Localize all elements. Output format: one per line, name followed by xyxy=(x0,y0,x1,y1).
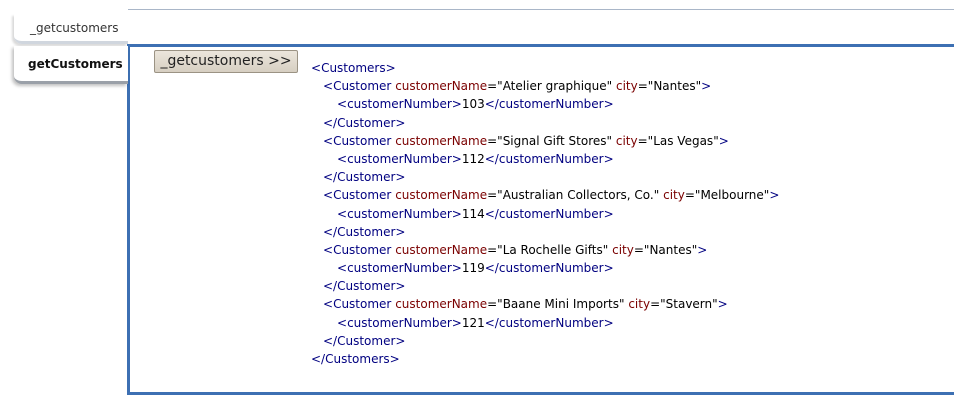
xml-customer-number: <customerNumber>103</customerNumber> xyxy=(337,97,614,112)
xml-customer-open: <Customer customerName="Australian Colle… xyxy=(323,188,780,203)
xml-customer-close: </Customer> xyxy=(323,170,406,185)
xml-customer-open: <Customer customerName="Baane Mini Impor… xyxy=(323,297,728,312)
run-getcustomers-button[interactable]: _getcustomers >> xyxy=(154,50,298,73)
xml-customer-number: <customerNumber>114</customerNumber> xyxy=(337,206,614,221)
customer-name: Australian Collectors, Co. xyxy=(502,188,654,203)
xml-customer-number: <customerNumber>112</customerNumber> xyxy=(337,151,614,166)
xml-customer-open: <Customer customerName="Atelier graphiqu… xyxy=(323,79,712,94)
customer-number: 112 xyxy=(461,151,485,166)
xml-customer-close: </Customer> xyxy=(323,224,406,239)
xml-customer-number: <customerNumber>121</customerNumber> xyxy=(337,315,614,330)
customer-city: Las Vegas xyxy=(653,133,714,148)
xml-root-close: </Customers> xyxy=(311,352,400,366)
customer-name: La Rochelle Gifts xyxy=(502,242,603,257)
tab-label: getCustomers xyxy=(28,57,123,71)
xml-customer-open: <Customer customerName="Signal Gift Stor… xyxy=(323,133,729,148)
xml-customer-open: <Customer customerName="La Rochelle Gift… xyxy=(323,242,708,257)
customer-number: 114 xyxy=(461,206,485,221)
customer-number: 121 xyxy=(461,315,485,330)
tab-label: _getcustomers xyxy=(30,21,119,35)
customer-name: Baane Mini Imports xyxy=(502,297,619,312)
customer-city: Nantes xyxy=(649,242,692,257)
customer-city: Stavern xyxy=(665,297,713,312)
xml-output: <Customers> <Customer customerName="Atel… xyxy=(311,59,779,368)
xml-records: <Customer customerName="Atelier graphiqu… xyxy=(311,77,779,350)
xml-customer-number: <customerNumber>119</customerNumber> xyxy=(337,261,614,276)
customer-city: Melbourne xyxy=(700,188,764,203)
customer-name: Signal Gift Stores xyxy=(502,133,607,148)
xml-root-open: <Customers> xyxy=(311,61,396,75)
customer-number: 103 xyxy=(461,97,485,112)
tab-getcustomers[interactable]: getCustomers xyxy=(14,46,128,84)
xml-customer-close: </Customer> xyxy=(323,115,406,130)
top-divider xyxy=(128,9,954,10)
tab-_getcustomers[interactable]: _getcustomers xyxy=(14,14,128,44)
customer-name: Atelier graphique xyxy=(502,79,607,94)
xml-customer-close: </Customer> xyxy=(323,279,406,294)
customer-city: Nantes xyxy=(653,79,696,94)
customer-number: 119 xyxy=(461,261,485,276)
xml-customer-close: </Customer> xyxy=(323,333,406,348)
